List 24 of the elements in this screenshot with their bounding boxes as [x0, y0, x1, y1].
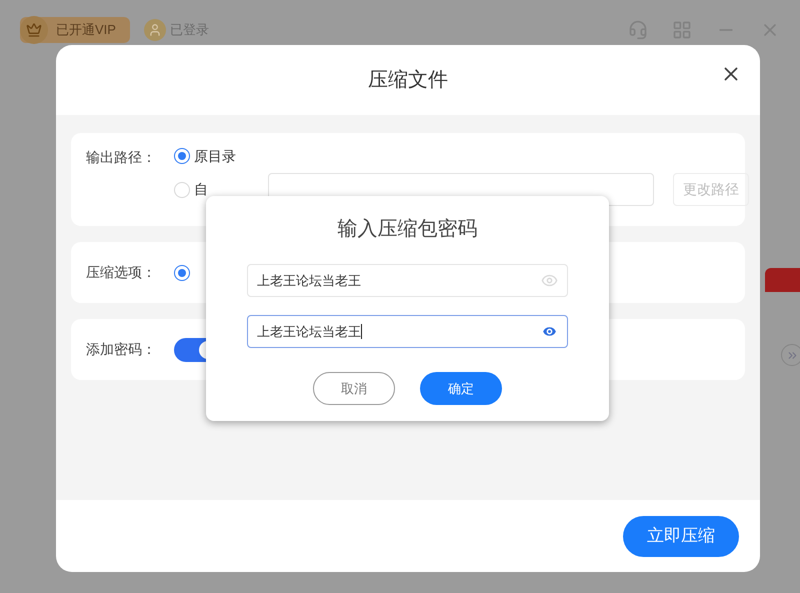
- modal-title: 输入压缩包密码: [338, 217, 478, 242]
- radio-button[interactable]: [174, 148, 190, 164]
- option-label[interactable]: 自: [194, 179, 264, 200]
- expand-icon[interactable]: [781, 344, 800, 366]
- confirm-button[interactable]: 确定: [420, 372, 502, 405]
- cancel-button[interactable]: 取消: [313, 372, 395, 405]
- password-value: 上老王论坛当老王: [257, 272, 361, 290]
- support-icon[interactable]: [628, 20, 648, 40]
- field-label: 输出路径：: [86, 148, 157, 167]
- banner-edge: [765, 268, 800, 292]
- password-field[interactable]: 上老王论坛当老王: [247, 264, 568, 297]
- crown-icon: [20, 16, 48, 44]
- text-cursor: [361, 324, 362, 339]
- radio-button[interactable]: [174, 264, 190, 280]
- avatar-icon: [144, 19, 166, 41]
- grid-icon[interactable]: [672, 20, 692, 40]
- password-field[interactable]: 上老王论坛当老王: [247, 315, 568, 348]
- compress-now-button[interactable]: 立即压缩: [623, 516, 739, 556]
- field-label: 压缩选项：: [86, 263, 157, 282]
- dialog-title: 压缩文件: [368, 68, 448, 93]
- password-value: 上老王论坛当老王: [257, 322, 361, 341]
- vip-badge[interactable]: 已开通VIP: [20, 17, 130, 43]
- field-label: 添加密码：: [86, 340, 157, 359]
- option-label[interactable]: 原目录: [194, 146, 236, 166]
